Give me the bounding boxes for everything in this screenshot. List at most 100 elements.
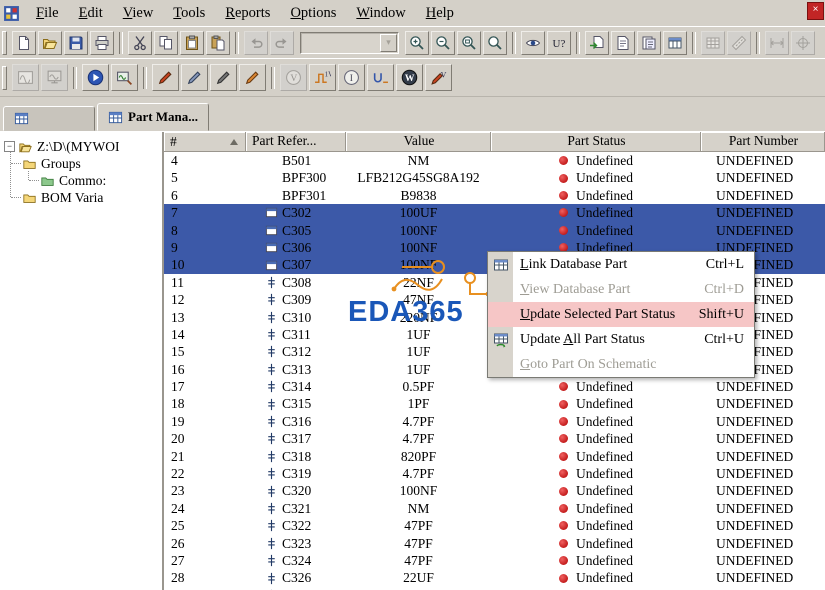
part-number-cell: UNDEFINED — [716, 413, 794, 429]
scope-probe-button[interactable] — [111, 64, 138, 91]
dimension-button[interactable] — [765, 31, 789, 55]
table-button[interactable] — [701, 31, 725, 55]
probe-red-icon — [157, 69, 174, 86]
save-button[interactable] — [64, 31, 88, 55]
toolbar-combobox[interactable]: ▾ — [300, 32, 399, 54]
mdi-close-button[interactable]: × — [807, 2, 824, 20]
probe-v-button[interactable]: V — [425, 64, 452, 91]
run-simulation-button[interactable] — [82, 64, 109, 91]
menu-window[interactable]: Window — [346, 2, 415, 25]
open-folder-button[interactable] — [38, 31, 62, 55]
probe-orange-button[interactable] — [239, 64, 266, 91]
bom-button[interactable] — [637, 31, 661, 55]
part-ref-cell: C314 — [246, 378, 346, 395]
paste-page-button[interactable] — [206, 31, 230, 55]
tree-label: BOM Varia — [41, 189, 104, 205]
table-row-18[interactable]: 18 C315 1PF Undefined UNDEFINED — [164, 395, 825, 412]
menu-view[interactable]: View — [113, 2, 164, 25]
voltmeter-button[interactable]: V — [280, 64, 307, 91]
wattmeter-button[interactable]: W — [396, 64, 423, 91]
annotate-icon — [589, 35, 605, 51]
oscilloscope-button[interactable] — [41, 64, 68, 91]
report-icon — [615, 35, 631, 51]
collapse-icon[interactable]: − — [4, 141, 15, 152]
value-cell: 1UF — [406, 326, 431, 342]
part-ref-text: C306 — [282, 239, 312, 255]
toolbar-separator — [143, 66, 147, 89]
report-button[interactable] — [611, 31, 635, 55]
toolbar-grip[interactable] — [2, 31, 7, 55]
status-cell: Undefined — [491, 569, 701, 586]
menu-tools[interactable]: Tools — [163, 2, 215, 25]
menu-edit[interactable]: Edit — [69, 2, 113, 25]
redo-button[interactable] — [270, 31, 294, 55]
column-header-number[interactable]: # — [164, 132, 246, 152]
table-row-20[interactable]: 20 C317 4.7PF Undefined UNDEFINED — [164, 430, 825, 447]
menu-item-update-selected-part-status[interactable]: Update Selected Part Status Shift+U — [488, 302, 754, 327]
zoom-window-button[interactable] — [457, 31, 481, 55]
paste-page-icon — [210, 35, 226, 51]
table-row-6[interactable]: 6 BPF301 B9838 Undefined UNDEFINED — [164, 187, 825, 204]
pulse-1v-button[interactable]: 1V — [309, 64, 336, 91]
table-row-5[interactable]: 5 BPF300 LFB212G45SG8A192 Undefined UNDEFINE… — [164, 169, 825, 186]
table-row-8[interactable]: 8 C305 100NF Undefined UNDEFINED — [164, 221, 825, 239]
tab-part-manager[interactable]: Part Mana... — [97, 103, 210, 131]
table-row-19[interactable]: 19 C316 4.7PF Undefined UNDEFINED — [164, 413, 825, 430]
menu-item-view-database-part[interactable]: View Database Part Ctrl+D — [488, 277, 754, 302]
pulse-u-button[interactable] — [367, 64, 394, 91]
update-part-button[interactable]: U? — [547, 31, 571, 55]
menu-item-update-all-part-status[interactable]: Update All Part Status Ctrl+U — [488, 327, 754, 352]
column-header-value[interactable]: Value — [346, 132, 491, 152]
crosshair-button[interactable] — [791, 31, 815, 55]
menu-item-goto-part-on-schematic[interactable]: Goto Part On Schematic — [488, 352, 754, 377]
column-header-part-ref[interactable]: Part Refer... — [246, 132, 346, 152]
undo-button[interactable] — [244, 31, 268, 55]
table-row-21[interactable]: 21 C318 820PF Undefined UNDEFINED — [164, 448, 825, 465]
probe-blue-button[interactable] — [181, 64, 208, 91]
table-row-25[interactable]: 25 C322 47PF Undefined UNDEFINED — [164, 517, 825, 534]
probe-dark-button[interactable] — [210, 64, 237, 91]
menu-item-link-database-part[interactable]: Link Database Part Ctrl+L — [488, 252, 754, 277]
zoom-full-button[interactable] — [483, 31, 507, 55]
column-header-part-number[interactable]: Part Number — [701, 132, 825, 152]
column-header-part-status[interactable]: Part Status — [491, 132, 701, 152]
menu-reports[interactable]: Reports — [215, 2, 280, 25]
tree-item-common[interactable]: Commo: — [0, 172, 162, 189]
row-number-cell: 16 — [171, 361, 185, 377]
probe-red-button[interactable] — [152, 64, 179, 91]
waveform-button[interactable] — [12, 64, 39, 91]
annotate-button[interactable] — [585, 31, 609, 55]
row-number-cell: 15 — [171, 344, 185, 360]
table-row-28[interactable]: 28 C326 22UF Undefined UNDEFINED — [164, 569, 825, 586]
paste-button[interactable] — [180, 31, 204, 55]
table-row-4[interactable]: 4 B501 NM Undefined UNDEFINED — [164, 152, 825, 169]
tree-item-bom-variants[interactable]: BOM Varia — [0, 189, 162, 206]
view-eye-button[interactable] — [521, 31, 545, 55]
table-row-24[interactable]: 24 C321 NM Undefined UNDEFINED — [164, 500, 825, 517]
copy-button[interactable] — [154, 31, 178, 55]
table-row-22[interactable]: 22 C319 4.7PF Undefined UNDEFINED — [164, 465, 825, 482]
tab-schematic[interactable] — [3, 106, 95, 131]
table-row-27[interactable]: 27 C324 47PF Undefined UNDEFINED — [164, 552, 825, 569]
zoom-in-button[interactable] — [405, 31, 429, 55]
print-button[interactable] — [90, 31, 114, 55]
current-probe-button[interactable]: I — [338, 64, 365, 91]
menu-help[interactable]: Help — [416, 2, 464, 25]
tree-item-workspace-root[interactable]: − Z:\D\(MYWOI — [0, 138, 162, 155]
new-file-button[interactable] — [12, 31, 36, 55]
netlist-button[interactable] — [663, 31, 687, 55]
tree-item-groups[interactable]: Groups — [0, 155, 162, 172]
table-row-17[interactable]: 17 C314 0.5PF Undefined UNDEFINED — [164, 378, 825, 395]
cut-button[interactable] — [128, 31, 152, 55]
toolbar-grip[interactable] — [2, 65, 7, 90]
table-row-26[interactable]: 26 C323 47PF Undefined UNDEFINED — [164, 535, 825, 552]
status-cell: Undefined — [491, 465, 701, 482]
table-row-23[interactable]: 23 C320 100NF Undefined UNDEFINED — [164, 482, 825, 499]
table-row-7[interactable]: 7 C302 100UF Undefined UNDEFINED — [164, 204, 825, 222]
menu-options[interactable]: Options — [280, 2, 346, 25]
status-dot-icon — [559, 156, 568, 166]
measure-button[interactable] — [727, 31, 751, 55]
row-number-cell: 4 — [171, 153, 178, 168]
zoom-out-button[interactable] — [431, 31, 455, 55]
menu-file[interactable]: File — [26, 2, 69, 25]
